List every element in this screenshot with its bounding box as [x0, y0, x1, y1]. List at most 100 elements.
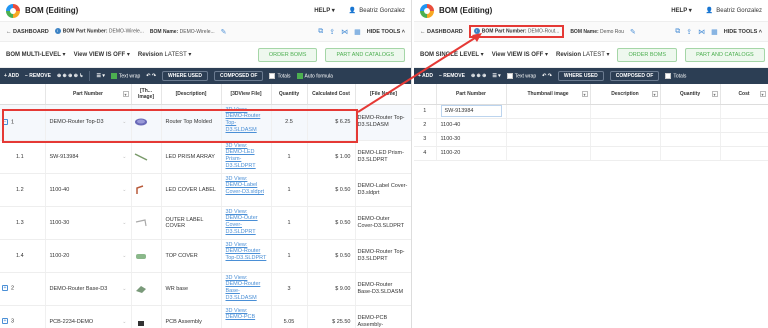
- grid-icon[interactable]: ▦: [354, 28, 361, 36]
- description-cell[interactable]: [590, 118, 661, 133]
- table-row[interactable]: 1.3 1100-30 ⌄ OUTER LABEL COVER 3D View: …: [0, 206, 411, 240]
- 3dview-cell[interactable]: 3D View: DEMO-PCB: [221, 305, 272, 328]
- filter-icon[interactable]: ▾: [711, 91, 718, 97]
- columns-menu-icon[interactable]: ☰ ▾: [96, 73, 104, 79]
- chevron-down-icon[interactable]: ⌄: [122, 220, 126, 226]
- table-row[interactable]: 1.2 1100-40 ⌄ LED COVER LABEL 3D View: DE…: [0, 173, 411, 207]
- quantity-cell[interactable]: 5.05: [271, 305, 308, 328]
- order-boms-button[interactable]: ORDER BOMS: [257, 47, 318, 62]
- table-row[interactable]: 1 SW-913984: [414, 104, 768, 119]
- undo-icon[interactable]: ↶ ↷: [146, 73, 156, 79]
- parts-catalogs-button[interactable]: PART AND CATALOGS: [325, 47, 405, 62]
- part-number-cell[interactable]: 1100-20: [436, 146, 507, 161]
- where-used-button[interactable]: WHERE USED: [557, 71, 604, 81]
- part-number-cell[interactable]: SW-913984: [436, 104, 507, 119]
- 3dview-link[interactable]: 3D View: DEMO-Router Top-D3.SLDPRT: [226, 242, 267, 262]
- add-button[interactable]: + ADD: [4, 73, 19, 79]
- expand-levels-icon[interactable]: ⊕ ⊕ ⊕ ⊕ ↳: [57, 73, 84, 79]
- column-header[interactable]: [3DView File]: [221, 84, 272, 105]
- expand-levels-icon[interactable]: ⊕ ⊕ ⊕: [471, 73, 486, 79]
- part-number-cell[interactable]: PCB-2234-DEMO ⌄: [45, 305, 132, 328]
- 3dview-cell[interactable]: 3D View: DEMO-Router Top-D3.SLDASM: [221, 104, 272, 141]
- help-menu[interactable]: HELP ▾: [671, 7, 692, 14]
- column-header[interactable]: Thumbnail image ▾: [506, 84, 591, 105]
- dashboard-link[interactable]: ← DASHBOARD: [6, 29, 49, 35]
- column-header[interactable]: Part Number: [436, 84, 507, 105]
- part-number-cell[interactable]: 1100-30 ⌄: [45, 206, 132, 240]
- where-used-button[interactable]: WHERE USED: [162, 71, 208, 81]
- text-wrap-toggle[interactable]: Text wrap: [110, 72, 140, 79]
- totals-toggle[interactable]: Totals: [665, 72, 686, 79]
- description-cell[interactable]: [590, 104, 661, 119]
- chevron-down-icon[interactable]: ⌄: [122, 286, 126, 292]
- description-cell[interactable]: WR base: [161, 272, 222, 306]
- hide-tools-button[interactable]: HIDE TOOLS ˄: [367, 29, 405, 35]
- quantity-cell[interactable]: [660, 146, 721, 161]
- part-number-editor[interactable]: SW-913984: [440, 105, 502, 117]
- revision-select[interactable]: Revision LATEST ▾: [556, 51, 610, 58]
- 3dview-cell[interactable]: 3D View: DEMO-Outer Cover-D3.SLDPRT: [221, 206, 272, 240]
- table-row[interactable]: 2 1100-40: [414, 118, 768, 133]
- quantity-cell[interactable]: 3: [271, 272, 308, 306]
- undo-icon[interactable]: ↶ ↷: [542, 73, 552, 79]
- table-row[interactable]: +3 PCB-2234-DEMO ⌄ PCB Assembly 3D View: …: [0, 305, 411, 328]
- user-menu[interactable]: 👤 Beatriz Gonzalez: [706, 7, 762, 15]
- part-number-cell[interactable]: DEMO-Router Top-D3 ⌄: [45, 104, 132, 141]
- part-number-cell[interactable]: DEMO-Router Base-D3 ⌄: [45, 272, 132, 306]
- chevron-down-icon[interactable]: ⌄: [122, 319, 126, 325]
- totals-toggle[interactable]: Totals: [269, 72, 291, 79]
- column-header[interactable]: Description ▾: [590, 84, 661, 105]
- part-number-cell[interactable]: 1100-40 ⌄: [45, 173, 132, 207]
- export-icon[interactable]: ⇪: [329, 28, 335, 36]
- quantity-cell[interactable]: [660, 118, 721, 133]
- quantity-cell[interactable]: 1: [271, 140, 308, 174]
- 3dview-link[interactable]: 3D View: DEMO-Router Base-D3.SLDASM: [226, 275, 261, 302]
- collapse-icon[interactable]: −: [2, 118, 8, 125]
- 3dview-cell[interactable]: 3D View: DEMO-LED Prism-D3.SLDPRT: [221, 140, 272, 174]
- remove-button[interactable]: − REMOVE: [25, 73, 51, 79]
- description-cell[interactable]: TOP COVER: [161, 239, 222, 273]
- column-header[interactable]: [File Name]: [355, 84, 411, 105]
- 3dview-cell[interactable]: 3D View: DEMO-Router Top-D3.SLDPRT: [221, 239, 272, 273]
- 3dview-link[interactable]: 3D View: DEMO-Router Top-D3.SLDASM: [226, 107, 261, 134]
- composed-of-button[interactable]: COMPOSED OF: [213, 71, 264, 81]
- expand-icon[interactable]: +: [2, 285, 8, 292]
- hide-tools-button[interactable]: HIDE TOOLS ˄: [724, 29, 762, 35]
- view-select[interactable]: View VIEW IS OFF ▾: [492, 51, 548, 58]
- 3dview-link[interactable]: 3D View: DEMO-LED Prism-D3.SLDPRT: [226, 143, 256, 170]
- column-header[interactable]: Quantity: [271, 84, 308, 105]
- order-boms-button[interactable]: ORDER BOMS: [617, 47, 678, 62]
- table-row[interactable]: 1.4 1100-20 ⌄ TOP COVER 3D View: DEMO-Rou…: [0, 239, 411, 273]
- user-menu[interactable]: 👤 Beatriz Gonzalez: [349, 7, 405, 15]
- chevron-down-icon[interactable]: ⌄: [122, 154, 126, 160]
- columns-menu-icon[interactable]: ☰ ▾: [492, 73, 500, 79]
- edit-pencil-icon[interactable]: ✎: [221, 28, 227, 36]
- share-icon[interactable]: ⋈: [698, 28, 705, 36]
- revision-select[interactable]: Revision LATEST ▾: [138, 51, 192, 58]
- text-wrap-toggle[interactable]: Text wrap: [506, 72, 536, 79]
- column-header[interactable]: Quantity ▾: [660, 84, 721, 105]
- column-header[interactable]: [Th... Image]: [131, 84, 162, 105]
- quantity-cell[interactable]: [660, 104, 721, 119]
- help-menu[interactable]: HELP ▾: [314, 7, 335, 14]
- description-cell[interactable]: PCB Assembly: [161, 305, 222, 328]
- 3dview-link[interactable]: 3D View: DEMO-Outer Cover-D3.SLDPRT: [226, 209, 258, 236]
- filter-icon[interactable]: ▾: [122, 91, 129, 97]
- table-row[interactable]: 4 1100-20: [414, 146, 768, 161]
- bom-mode-select[interactable]: BOM MULTI-LEVEL ▾: [6, 51, 66, 58]
- column-header[interactable]: Cost ▾: [720, 84, 768, 105]
- description-cell[interactable]: [590, 132, 661, 147]
- edit-pencil-icon[interactable]: ✎: [630, 28, 636, 36]
- column-header[interactable]: Part Number ▾: [45, 84, 132, 105]
- copy-icon[interactable]: ⧉: [318, 28, 323, 36]
- description-cell[interactable]: OUTER LABEL COVER: [161, 206, 222, 240]
- composed-of-button[interactable]: COMPOSED OF: [609, 71, 660, 81]
- parts-catalogs-button[interactable]: PART AND CATALOGS: [685, 47, 765, 62]
- quantity-cell[interactable]: 1: [271, 239, 308, 273]
- quantity-cell[interactable]: 1: [271, 173, 308, 207]
- chevron-down-icon[interactable]: ⌄: [122, 119, 126, 125]
- description-cell[interactable]: LED COVER LABEL: [161, 173, 222, 207]
- 3dview-cell[interactable]: 3D View: DEMO-Label Cover-D3.sldprt: [221, 173, 272, 207]
- add-button[interactable]: + ADD: [418, 73, 433, 79]
- description-cell[interactable]: [590, 146, 661, 161]
